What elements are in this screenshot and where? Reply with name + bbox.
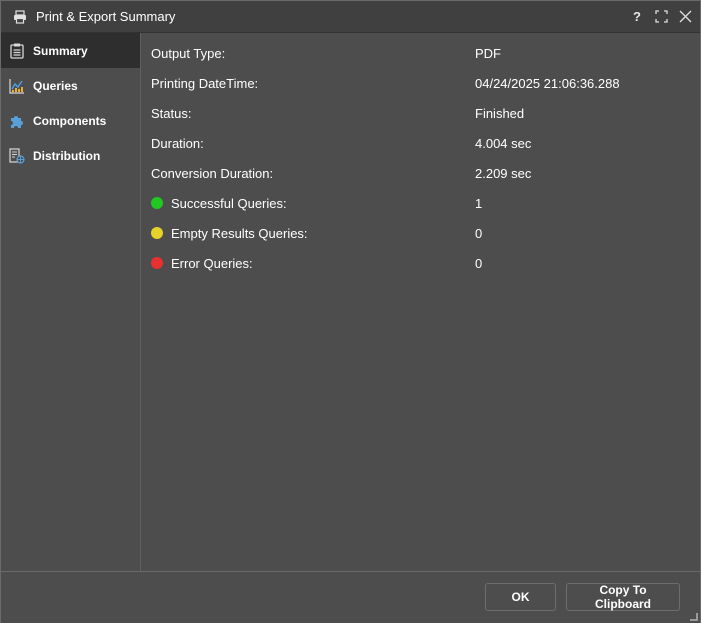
title-bar[interactable]: Print & Export Summary ? bbox=[1, 1, 700, 33]
successful-queries-value: 1 bbox=[475, 195, 483, 211]
red-status-dot-icon bbox=[151, 257, 163, 269]
printing-datetime-label: Printing DateTime: bbox=[151, 75, 259, 91]
output-type-value: PDF bbox=[475, 45, 501, 61]
chart-icon bbox=[9, 78, 25, 94]
print-export-summary-dialog: Print & Export Summary ? Summary Queries… bbox=[0, 0, 701, 623]
sidebar-item-queries[interactable]: Queries bbox=[1, 68, 140, 103]
duration-value: 4.004 sec bbox=[475, 135, 532, 151]
green-status-dot-icon bbox=[151, 197, 163, 209]
maximize-icon bbox=[654, 10, 668, 23]
summary-panel: Output Type: PDF Printing DateTime: 04/2… bbox=[141, 33, 700, 571]
empty-results-queries-label: Empty Results Queries: bbox=[171, 225, 308, 241]
ok-button[interactable]: OK bbox=[485, 583, 556, 611]
sidebar-item-label: Summary bbox=[33, 43, 88, 58]
yellow-status-dot-icon bbox=[151, 227, 163, 239]
error-queries-label: Error Queries: bbox=[171, 255, 253, 271]
sidebar: Summary Queries Components Distribution bbox=[1, 33, 141, 571]
window-title: Print & Export Summary bbox=[36, 9, 176, 24]
window-controls: ? bbox=[630, 1, 692, 32]
sidebar-item-distribution[interactable]: Distribution bbox=[1, 138, 140, 173]
dialog-footer: OK Copy To Clipboard bbox=[1, 571, 700, 623]
output-type-label: Output Type: bbox=[151, 45, 226, 61]
successful-queries-label: Successful Queries: bbox=[171, 195, 287, 211]
sidebar-item-label: Components bbox=[33, 113, 107, 128]
printing-datetime-value: 04/24/2025 21:06:36.288 bbox=[475, 75, 620, 91]
error-queries-value: 0 bbox=[475, 255, 483, 271]
clipboard-icon bbox=[9, 43, 25, 59]
close-button[interactable] bbox=[678, 10, 692, 24]
status-label: Status: bbox=[151, 105, 192, 121]
sidebar-item-components[interactable]: Components bbox=[1, 103, 140, 138]
conversion-duration-label: Conversion Duration: bbox=[151, 165, 274, 181]
maximize-button[interactable] bbox=[654, 10, 668, 24]
empty-results-queries-value: 0 bbox=[475, 225, 483, 241]
sidebar-item-summary[interactable]: Summary bbox=[1, 33, 140, 68]
distribution-icon bbox=[9, 147, 25, 164]
close-icon bbox=[679, 10, 691, 23]
copy-to-clipboard-button[interactable]: Copy To Clipboard bbox=[566, 583, 680, 611]
conversion-duration-value: 2.209 sec bbox=[475, 165, 532, 181]
status-value: Finished bbox=[475, 105, 525, 121]
sidebar-item-label: Distribution bbox=[33, 148, 101, 163]
puzzle-icon bbox=[9, 113, 25, 129]
sidebar-item-label: Queries bbox=[33, 78, 78, 93]
help-button[interactable]: ? bbox=[630, 9, 644, 24]
duration-label: Duration: bbox=[151, 135, 204, 151]
resize-grip-icon[interactable] bbox=[690, 613, 698, 621]
printer-icon bbox=[13, 9, 27, 24]
